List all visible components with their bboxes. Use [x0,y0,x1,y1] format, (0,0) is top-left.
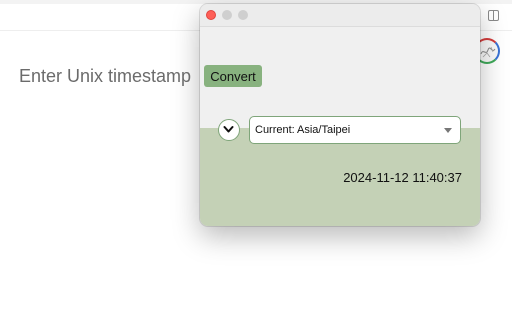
converted-datetime: 2024-11-12 11:40:37 [343,170,462,185]
chevron-down-icon [223,126,234,133]
timezone-value: Asia/Taipei [297,124,351,136]
expand-toggle-button[interactable] [218,119,240,141]
dropdown-arrow-icon [444,128,452,133]
sidebar-panel-icon[interactable] [488,10,499,21]
timestamp-converter-popup [200,4,480,226]
timezone-label: Current: [255,124,295,136]
convert-button[interactable]: Convert [204,65,262,87]
timezone-select[interactable]: Current: Asia/Taipei [249,116,461,144]
maximize-window-button[interactable] [238,10,248,20]
popup-titlebar [200,4,480,27]
close-window-button[interactable] [206,10,216,20]
timestamp-input[interactable] [19,64,195,88]
minimize-window-button[interactable] [222,10,232,20]
